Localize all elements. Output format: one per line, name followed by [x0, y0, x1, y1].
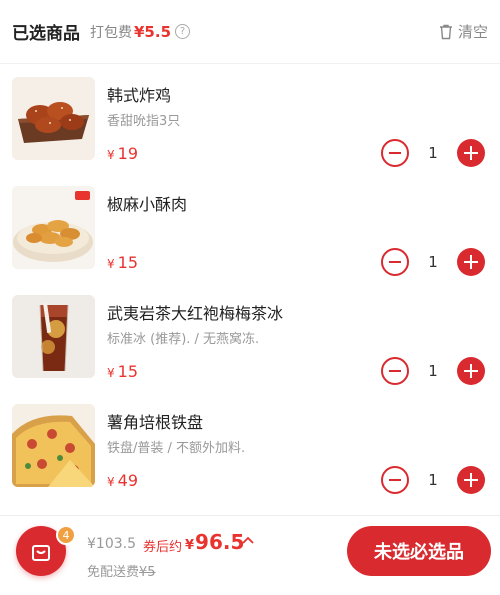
list-item: 薯角培根铁盘 铁盘/普装 / 不额外加料. ¥49 1: [0, 391, 500, 500]
estimated-total-value: 96.5: [195, 530, 245, 554]
currency-symbol: ¥: [107, 257, 115, 271]
item-image-fried-chicken: [12, 77, 95, 160]
cart-header: 已选商品 打包费 ¥5.5 ? 清空: [0, 0, 500, 64]
list-item: 武夷岩茶大红袍梅梅茶冰 标准冰 (推荐). / 无燕窝冻. ¥15 1: [0, 282, 500, 391]
item-price-value: 49: [117, 471, 138, 490]
quantity-stepper: 1: [381, 139, 485, 167]
item-name: 武夷岩茶大红袍梅梅茶冰: [107, 304, 284, 323]
item-price-value: 19: [117, 144, 138, 163]
decrease-quantity-button[interactable]: [381, 466, 409, 494]
quantity-value: 1: [428, 144, 438, 162]
quantity-stepper: 1: [381, 248, 485, 276]
item-price: ¥19: [107, 144, 138, 163]
item-name: 韩式炸鸡: [107, 86, 172, 105]
quantity-stepper: 1: [381, 357, 485, 385]
item-price: ¥15: [107, 253, 138, 272]
item-image-crispy-pork: [12, 186, 95, 269]
chevron-up-icon[interactable]: [242, 535, 254, 545]
item-image-pizza: [12, 404, 95, 487]
packaging-fee-label: 打包费: [90, 24, 132, 41]
currency-symbol: ¥: [107, 366, 115, 380]
delivery-fee: 免配送费¥5: [87, 561, 156, 580]
estimate-label: 券后约: [143, 540, 183, 555]
increase-quantity-button[interactable]: [457, 466, 485, 494]
item-desc: 标准冰 (推荐). / 无燕窝冻.: [107, 332, 260, 347]
decrease-quantity-button[interactable]: [381, 357, 409, 385]
item-desc: 香甜吮指3只: [107, 114, 181, 129]
question-circle-icon[interactable]: ?: [175, 24, 191, 39]
item-price: ¥15: [107, 362, 138, 381]
increase-quantity-button[interactable]: [457, 357, 485, 385]
delivery-label: 免配送费: [87, 565, 140, 580]
checkout-button[interactable]: 未选必选品: [347, 526, 491, 576]
delivery-original-fee: ¥5: [139, 565, 156, 580]
cart-item-list: 韩式炸鸡 香甜吮指3只 ¥19 1 椒麻小酥肉 ¥ 15 1 武夷岩茶大红袍梅梅…: [0, 64, 500, 500]
item-price: ¥49: [107, 471, 138, 490]
item-desc: 铁盘/普装 / 不额外加料.: [107, 441, 246, 456]
increase-quantity-button[interactable]: [457, 139, 485, 167]
quantity-value: 1: [428, 362, 438, 380]
increase-quantity-button[interactable]: [457, 248, 485, 276]
clear-label: 清空: [457, 23, 488, 41]
trash-icon: [439, 24, 452, 39]
packaging-fee-value: ¥5.5: [134, 22, 172, 41]
checkout-bar: 4 ¥103.5 券后约 ¥96.5 免配送费¥5 未选必选品: [0, 515, 500, 595]
decrease-quantity-button[interactable]: [381, 248, 409, 276]
quantity-value: 1: [428, 253, 438, 271]
quantity-stepper: 1: [381, 466, 485, 494]
item-price-value: 15: [117, 253, 138, 272]
estimated-total[interactable]: ¥96.5: [185, 530, 244, 554]
item-image-iced-tea: [12, 295, 95, 378]
original-total: ¥103.5: [87, 536, 136, 552]
currency-symbol: ¥: [107, 475, 115, 489]
quantity-value: 1: [428, 471, 438, 489]
currency-symbol: ¥: [185, 538, 195, 553]
decrease-quantity-button[interactable]: [381, 139, 409, 167]
cart-count-badge: 4: [56, 525, 76, 545]
item-name: 薯角培根铁盘: [107, 413, 204, 432]
list-item: 韩式炸鸡 香甜吮指3只 ¥19 1: [0, 64, 500, 173]
clear-cart-button[interactable]: 清空: [439, 21, 488, 42]
list-item: 椒麻小酥肉 ¥15 1: [0, 173, 500, 282]
item-price-value: 15: [117, 362, 138, 381]
item-name: 椒麻小酥肉: [107, 195, 188, 214]
page-title: 已选商品: [12, 24, 80, 44]
currency-symbol: ¥: [107, 148, 115, 162]
